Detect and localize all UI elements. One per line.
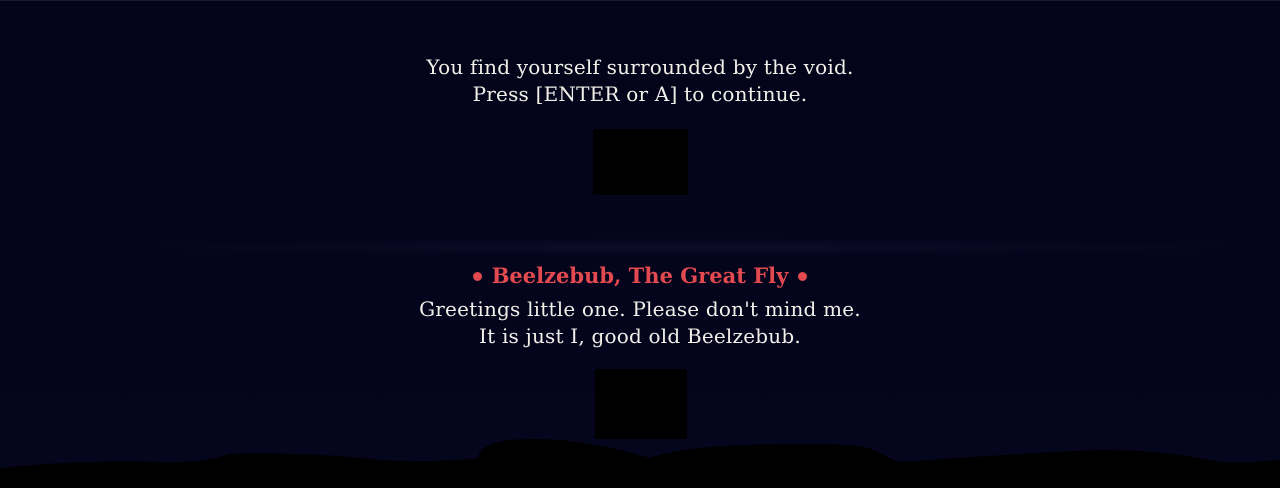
left-dot-icon <box>472 271 482 281</box>
dialogue-line-1: Greetings little one. Please don't mind … <box>419 297 861 321</box>
narration-line-2: Press [ENTER or A] to continue. <box>472 82 808 106</box>
narration-line-1: You find yourself surrounded by the void… <box>426 55 854 79</box>
right-dot-icon <box>798 271 808 281</box>
narration-portrait <box>593 129 688 195</box>
dialogue-line-2: It is just I, good old Beelzebub. <box>479 324 801 348</box>
top-border <box>0 0 1280 1</box>
mist-band <box>110 238 1270 256</box>
speaker-name-row: Beelzebub, The Great Fly <box>0 262 1280 290</box>
ground-silhouette <box>0 438 1280 488</box>
speaker-name: Beelzebub, The Great Fly <box>491 263 789 288</box>
game-scene[interactable]: You find yourself surrounded by the void… <box>0 0 1280 488</box>
speaker-portrait <box>595 369 687 439</box>
